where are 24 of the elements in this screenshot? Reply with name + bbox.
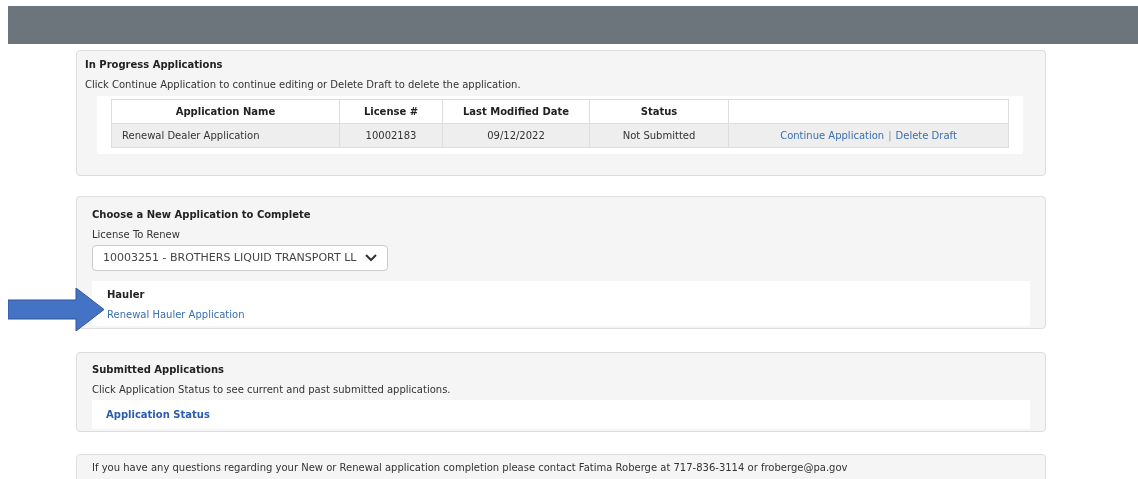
hauler-application-link[interactable]: Renewal Hauler Application (107, 307, 245, 322)
column-header: License # (340, 100, 443, 123)
section-title: In Progress Applications (85, 58, 223, 72)
section-title: Submitted Applications (92, 363, 225, 377)
column-header: Last Modified Date (443, 100, 590, 123)
table-cell: Not Submitted (590, 124, 729, 147)
field-label: License To Renew (92, 228, 180, 242)
chevron-down-icon (365, 254, 377, 262)
instructions: Click Application Status to see current and past submitted applications. (92, 383, 451, 397)
section-title: Choose a New Application to Complete (92, 208, 311, 222)
application-status-link[interactable]: Application Status (106, 407, 210, 422)
column-header: Application Name (112, 100, 340, 123)
table-cell: 10002183 (340, 124, 443, 147)
table-cell: 09/12/2022 (443, 124, 590, 147)
contact-note: If you have any questions regarding your New or Renewal application completion please contact Fatima Roberge at 717-836-3114 or froberge@pa.gov (92, 461, 848, 475)
continue-link[interactable]: Continue Application (780, 128, 885, 143)
link-separator: | (888, 129, 892, 143)
instructions: Click Continue Application to continue editing or Delete Draft to delete the application. (85, 78, 521, 92)
table-cell: Renewal Dealer Application (112, 124, 340, 147)
license-select[interactable]: 10003251 - BROTHERS LIQUID TRANSPORT LL (92, 245, 388, 271)
arrow-icon (8, 288, 104, 331)
group-title: Hauler (107, 288, 145, 302)
delete-link[interactable]: Delete Draft (895, 128, 957, 143)
column-header: Status (590, 100, 729, 123)
